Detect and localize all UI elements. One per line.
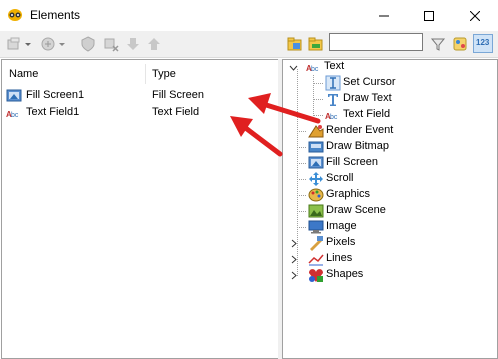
draw-bitmap-icon: [308, 141, 324, 153]
tree-node-label: Scroll: [326, 172, 354, 184]
close-button[interactable]: [452, 0, 498, 31]
expand-all-icon[interactable]: [287, 36, 303, 52]
image-icon: [308, 220, 324, 234]
minimize-button[interactable]: [361, 0, 407, 31]
tree-guide-line: [313, 115, 323, 117]
maximize-button[interactable]: [406, 0, 452, 31]
palette-icon[interactable]: [452, 36, 468, 52]
number-view-label: 123: [476, 38, 490, 47]
minimize-icon: [379, 15, 389, 16]
dropdown-arrow-icon[interactable]: [24, 36, 32, 52]
element-type: Fill Screen: [152, 89, 204, 101]
tree-guide-line: [297, 147, 306, 149]
scroll-icon: [309, 172, 323, 186]
tree-node-label: Fill Screen: [326, 156, 378, 168]
number-view-toggle[interactable]: 123: [473, 34, 493, 53]
tree-node-label: Set Cursor: [343, 76, 396, 88]
tree-guide-line: [297, 227, 306, 229]
tree-node-label: Lines: [326, 252, 353, 264]
fill-screen-icon: [308, 156, 324, 169]
svg-text:bc: bc: [330, 114, 338, 121]
delete-icon[interactable]: [103, 36, 119, 52]
element-palette-tree: A bc Text Set Cursor Draw Text A bc Text…: [282, 59, 498, 359]
tree-node-label: Draw Scene: [326, 204, 386, 216]
search-input[interactable]: [329, 33, 423, 51]
shapes-icon: [309, 269, 323, 282]
tree-node-label: Text Field: [343, 108, 391, 120]
tree-node-label: Graphics: [326, 188, 371, 200]
cat-mask-icon: [8, 9, 22, 21]
collapse-toggle-icon[interactable]: [289, 63, 298, 72]
draw-text-icon: [328, 94, 338, 106]
svg-text:bc: bc: [311, 66, 319, 73]
shield-icon[interactable]: [80, 36, 96, 52]
new-group-icon[interactable]: [40, 36, 56, 52]
svg-text:bc: bc: [11, 112, 19, 119]
set-cursor-icon: [325, 75, 341, 91]
tree-guide-line: [313, 83, 323, 85]
tree-node-label: Pixels: [326, 236, 356, 248]
close-icon: [470, 10, 480, 21]
graphics-icon: [308, 188, 324, 202]
text-field-icon: A bc: [6, 110, 19, 119]
element-name: Fill Screen1: [26, 89, 85, 101]
expand-toggle-icon[interactable]: [289, 271, 298, 280]
tree-node-label: Text: [324, 60, 345, 72]
element-name: Text Field1: [26, 106, 80, 118]
pixels-icon: [310, 236, 323, 251]
tree-node-label: Image: [326, 220, 357, 232]
tree-guide-line: [297, 195, 306, 197]
lines-icon: [308, 254, 324, 266]
tree-guide-line: [297, 179, 306, 181]
tree-node-label: Draw Text: [343, 92, 392, 104]
tree-node-label: Draw Bitmap: [326, 140, 389, 152]
elements-list: Name Type Fill Screen1 Fill Screen A bc …: [1, 59, 279, 359]
title-bar: Elements: [0, 0, 498, 31]
window-title: Elements: [30, 8, 81, 22]
text-icon: A bc: [306, 64, 319, 73]
maximize-icon: [424, 10, 434, 21]
collapse-all-icon[interactable]: [308, 36, 324, 52]
element-type: Text Field: [152, 106, 200, 118]
render-event-icon: [308, 125, 324, 138]
text-field-icon: A bc: [325, 112, 338, 121]
tree-guide-line: [313, 75, 315, 116]
tree-node-label: Shapes: [326, 268, 364, 280]
draw-scene-icon: [308, 204, 324, 218]
fill-screen-icon: [6, 89, 22, 102]
move-up-icon[interactable]: [146, 36, 162, 52]
filter-icon[interactable]: [430, 36, 446, 52]
toolbar: 123: [0, 31, 498, 58]
column-header-name[interactable]: Name: [9, 68, 38, 80]
tree-guide-line: [297, 131, 306, 133]
expand-toggle-icon[interactable]: [289, 255, 298, 264]
dropdown-arrow-icon[interactable]: [58, 36, 66, 52]
tree-guide-line: [313, 99, 323, 101]
column-divider[interactable]: [145, 64, 146, 84]
tree-guide-line: [297, 163, 306, 165]
move-down-icon[interactable]: [125, 36, 141, 52]
tree-guide-line: [297, 211, 306, 213]
new-element-icon[interactable]: [6, 36, 22, 52]
expand-toggle-icon[interactable]: [289, 239, 298, 248]
tree-node-label: Render Event: [326, 124, 394, 136]
column-header-type[interactable]: Type: [152, 68, 176, 80]
